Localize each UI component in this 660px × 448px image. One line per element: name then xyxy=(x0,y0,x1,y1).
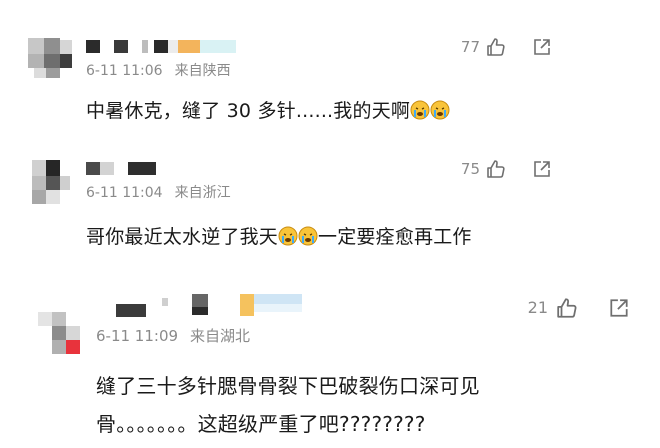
comment-meta: 6-11 11:06 来自陕西 xyxy=(86,60,231,80)
thumbs-up-icon[interactable] xyxy=(486,159,506,179)
avatar[interactable] xyxy=(28,38,74,84)
crying-face-icon xyxy=(410,100,430,120)
comment-text: 中暑休克，缝了 30 多针......我的天啊 xyxy=(86,96,450,123)
share-icon[interactable] xyxy=(532,37,552,57)
thumbs-up-icon[interactable] xyxy=(556,297,578,319)
nickname-redacted[interactable] xyxy=(86,162,166,176)
thumbs-up-icon[interactable] xyxy=(486,37,506,57)
comment-text-line: 骨。。。。。。。这超级严重了吧???????? xyxy=(96,412,426,436)
like-count: 75 xyxy=(460,160,480,178)
like-count: 21 xyxy=(527,298,548,317)
crying-face-icon xyxy=(278,226,298,246)
comment-meta: 6-11 11:09 来自湖北 xyxy=(96,325,250,346)
avatar[interactable] xyxy=(38,312,84,358)
comment-location: 来自湖北 xyxy=(190,327,251,345)
nickname-redacted[interactable] xyxy=(86,40,246,54)
nickname-redacted[interactable] xyxy=(116,294,306,318)
comment-text: 哥你最近太水逆了我天 一定要痊愈再工作 xyxy=(86,226,472,248)
comment-time: 6-11 11:06 xyxy=(86,63,163,79)
comment-text: 缝了三十多针腮骨骨裂下巴破裂伤口深可见 骨。。。。。。。这超级严重了吧?????… xyxy=(96,370,480,437)
comment-text-line: 缝了三十多针腮骨骨裂下巴破裂伤口深可见 xyxy=(96,374,480,398)
comment-time: 6-11 11:04 xyxy=(86,185,163,201)
comment-time: 6-11 11:09 xyxy=(96,327,179,345)
comment-meta: 6-11 11:04 来自浙江 xyxy=(86,182,231,202)
comment-location: 来自陕西 xyxy=(174,63,231,79)
share-icon[interactable] xyxy=(608,297,630,319)
avatar[interactable] xyxy=(28,160,74,206)
comment-location: 来自浙江 xyxy=(174,185,231,201)
share-icon[interactable] xyxy=(532,159,552,179)
crying-face-icon xyxy=(430,100,450,120)
crying-face-icon xyxy=(298,226,318,246)
like-count: 77 xyxy=(460,38,480,56)
